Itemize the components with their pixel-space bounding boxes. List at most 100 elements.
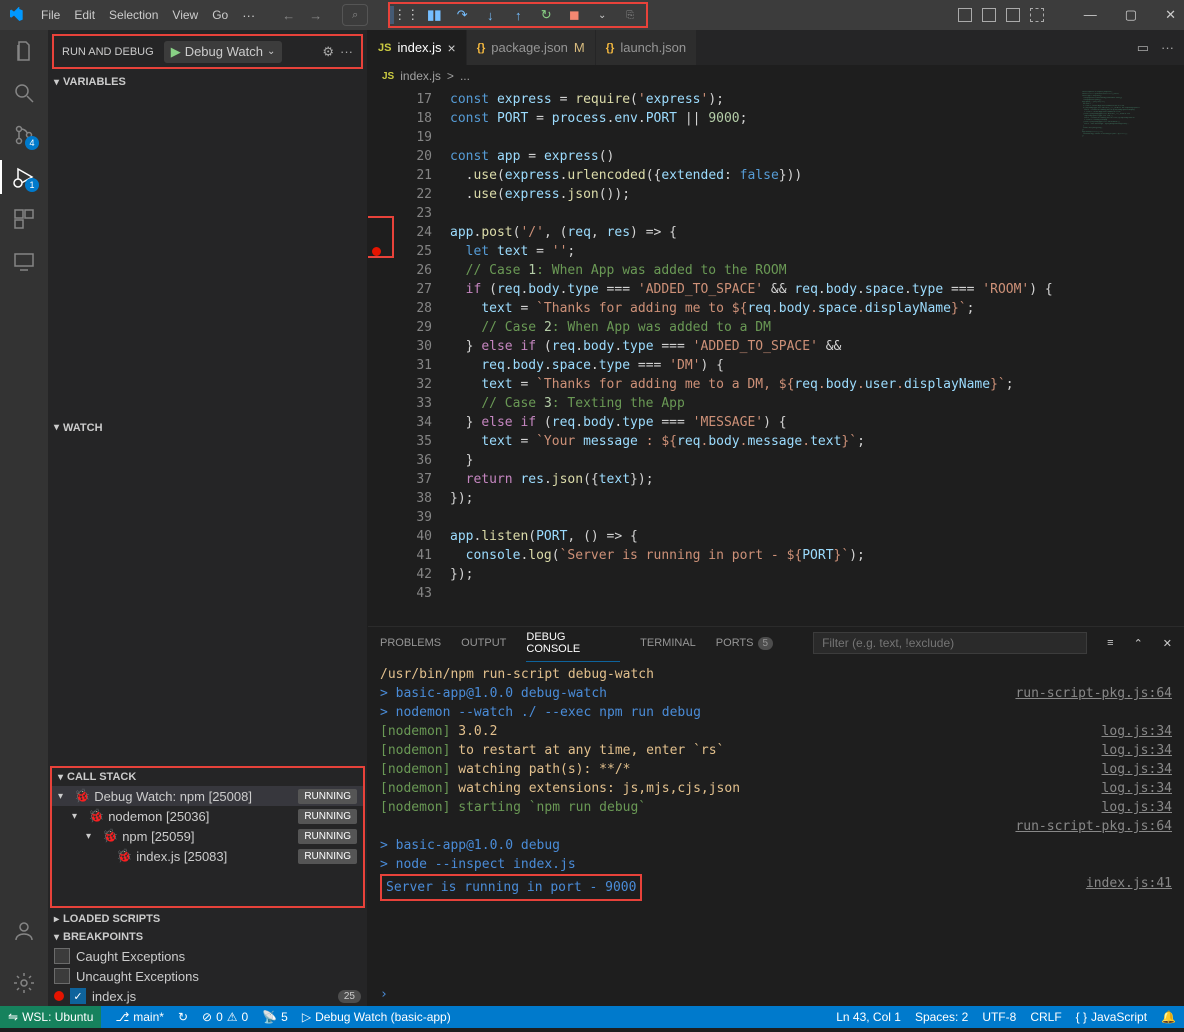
run-debug-header: RUN AND DEBUG ▶ Debug Watch ⌄ ⚙ ··· xyxy=(52,34,363,69)
eol[interactable]: CRLF xyxy=(1030,1010,1061,1024)
restart-icon[interactable]: ↻ xyxy=(538,7,554,23)
remote-indicator[interactable]: ⇋WSL: Ubuntu xyxy=(0,1006,101,1028)
editor-tab[interactable]: {}package.jsonM xyxy=(467,30,596,65)
settings-gear-icon[interactable] xyxy=(11,970,37,996)
maximize-icon[interactable]: ▢ xyxy=(1125,7,1137,23)
editor-tab[interactable]: {}launch.json xyxy=(596,30,697,65)
toggle-panel-right-icon[interactable] xyxy=(1006,8,1020,22)
step-into-icon[interactable]: ↓ xyxy=(482,7,498,23)
debug-console-output[interactable]: /usr/bin/npm run-script debug-watch> bas… xyxy=(368,659,1184,983)
menu-edit[interactable]: Edit xyxy=(67,8,102,22)
search-icon: ⌕ xyxy=(352,9,358,22)
tab-terminal[interactable]: TERMINAL xyxy=(640,631,696,655)
app-icon xyxy=(8,7,24,23)
stop-icon[interactable]: ◼ xyxy=(566,7,582,23)
breakpoint-file[interactable]: ✓index.js25 xyxy=(48,986,367,1006)
accounts-icon[interactable] xyxy=(11,918,37,944)
debug-icon: ▷ xyxy=(302,1010,311,1024)
run-debug-title: RUN AND DEBUG xyxy=(62,46,154,58)
step-out-icon[interactable]: ↑ xyxy=(510,7,526,23)
run-debug-icon[interactable]: 1 xyxy=(11,164,37,190)
checkbox-icon[interactable]: ✓ xyxy=(70,988,86,1004)
command-center[interactable]: ⌕ xyxy=(342,4,368,26)
extensions-icon[interactable] xyxy=(11,206,37,232)
watch-header[interactable]: ▾WATCH xyxy=(48,419,367,437)
close-icon[interactable]: ✕ xyxy=(1165,7,1176,23)
compare-icon[interactable]: ▭ xyxy=(1137,40,1149,56)
console-input[interactable]: › xyxy=(368,983,1184,1006)
remote-explorer-icon[interactable] xyxy=(11,248,37,274)
callstack-row[interactable]: ▾🐞Debug Watch: npm [25008]RUNNING xyxy=(52,786,363,806)
ports-status[interactable]: 📡5 xyxy=(262,1010,288,1024)
toggle-panel-bottom-icon[interactable] xyxy=(982,8,996,22)
call-stack-header[interactable]: ▾CALL STACK xyxy=(52,768,363,786)
close-tab-icon[interactable]: × xyxy=(448,40,456,56)
debug-status[interactable]: ▷Debug Watch (basic-app) xyxy=(302,1010,451,1024)
problems-status[interactable]: ⊘0 ⚠0 xyxy=(202,1010,248,1024)
menu-go[interactable]: Go xyxy=(205,8,235,22)
breakpoint-uncaught[interactable]: Uncaught Exceptions xyxy=(48,966,367,986)
breakpoint-dot-icon[interactable] xyxy=(372,247,381,256)
debug-settings-icon[interactable]: ⚙ xyxy=(322,44,334,60)
git-branch[interactable]: ⎇main* xyxy=(115,1010,164,1024)
menu-view[interactable]: View xyxy=(165,8,205,22)
indentation[interactable]: Spaces: 2 xyxy=(915,1010,968,1024)
tab-ports[interactable]: PORTS5 xyxy=(716,631,773,655)
step-over-icon[interactable]: ↷ xyxy=(454,7,470,23)
callstack-row[interactable]: 🐞index.js [25083]RUNNING xyxy=(52,846,363,866)
loaded-scripts-header[interactable]: ▸LOADED SCRIPTS xyxy=(48,910,367,928)
nav-forward-icon[interactable]: → xyxy=(309,8,322,23)
minimap[interactable]: const express = require('express');const… xyxy=(1078,87,1184,626)
language-mode[interactable]: { } JavaScript xyxy=(1076,1010,1147,1024)
call-stack-section: ▾CALL STACK ▾🐞Debug Watch: npm [25008]RU… xyxy=(50,766,365,908)
collapse-panel-icon[interactable]: ⌃ xyxy=(1134,637,1143,650)
minimize-icon[interactable]: — xyxy=(1084,7,1097,23)
customize-layout-icon[interactable] xyxy=(1030,8,1044,22)
tab-more-icon[interactable]: ··· xyxy=(1161,40,1174,55)
console-filter-input[interactable] xyxy=(813,632,1087,654)
git-sync[interactable]: ↻ xyxy=(178,1010,188,1024)
callstack-row[interactable]: ▾🐞nodemon [25036]RUNNING xyxy=(52,806,363,826)
more-icon[interactable]: ··· xyxy=(340,44,353,59)
warning-icon: ⚠ xyxy=(227,1010,238,1024)
debug-more-icon[interactable]: ⌄ xyxy=(594,7,610,23)
tab-problems[interactable]: PROBLEMS xyxy=(380,631,441,655)
bottom-panel: PROBLEMS OUTPUT DEBUG CONSOLE TERMINAL P… xyxy=(368,626,1184,1006)
pause-icon[interactable]: ▮▮ xyxy=(426,7,442,23)
notifications-icon[interactable]: 🔔 xyxy=(1161,1010,1176,1024)
variables-header[interactable]: ▾VARIABLES xyxy=(48,73,367,91)
menu-selection[interactable]: Selection xyxy=(102,8,165,22)
breakpoint-line-badge: 25 xyxy=(338,990,361,1003)
toggle-panel-left-icon[interactable] xyxy=(958,8,972,22)
editor-tab[interactable]: JSindex.js× xyxy=(368,30,467,65)
play-icon: ▶ xyxy=(171,44,181,60)
tab-debug-console[interactable]: DEBUG CONSOLE xyxy=(526,625,620,662)
checkbox-icon[interactable] xyxy=(54,948,70,964)
tab-output[interactable]: OUTPUT xyxy=(461,631,506,655)
debug-target-icon[interactable]: ⎘ xyxy=(622,7,638,23)
menu-file[interactable]: File xyxy=(34,8,67,22)
encoding[interactable]: UTF-8 xyxy=(982,1010,1016,1024)
checkbox-icon[interactable] xyxy=(54,968,70,984)
breadcrumb[interactable]: JS index.js > ... xyxy=(368,65,1184,87)
source-control-icon[interactable]: 4 xyxy=(11,122,37,148)
breakpoint-dot-icon xyxy=(54,991,64,1001)
clear-console-icon[interactable]: ≡ xyxy=(1107,637,1113,649)
activity-bar: 4 1 xyxy=(0,30,48,1006)
drag-handle-icon[interactable]: ⋮⋮ xyxy=(398,7,414,23)
nav-back-icon[interactable]: ← xyxy=(282,8,295,23)
debug-config-selector[interactable]: ▶ Debug Watch ⌄ xyxy=(164,41,283,63)
search-icon[interactable] xyxy=(11,80,37,106)
debug-badge: 1 xyxy=(25,178,39,192)
status-bar: ⇋WSL: Ubuntu ⎇main* ↻ ⊘0 ⚠0 📡5 ▷Debug Wa… xyxy=(0,1006,1184,1028)
breakpoint-caught[interactable]: Caught Exceptions xyxy=(48,946,367,966)
callstack-row[interactable]: ▾🐞npm [25059]RUNNING xyxy=(52,826,363,846)
cursor-position[interactable]: Ln 43, Col 1 xyxy=(836,1010,901,1024)
menu-more-icon[interactable]: ··· xyxy=(235,8,262,23)
explorer-icon[interactable] xyxy=(11,38,37,64)
editor-tabs: JSindex.js×{}package.jsonM{}launch.json … xyxy=(368,30,1184,65)
breakpoints-header[interactable]: ▾BREAKPOINTS xyxy=(48,928,367,946)
close-panel-icon[interactable]: ✕ xyxy=(1163,637,1172,650)
code-editor[interactable]: 1718192021222324252627282930313233343536… xyxy=(368,87,1184,626)
side-panel: RUN AND DEBUG ▶ Debug Watch ⌄ ⚙ ··· ▾VAR… xyxy=(48,30,368,1006)
